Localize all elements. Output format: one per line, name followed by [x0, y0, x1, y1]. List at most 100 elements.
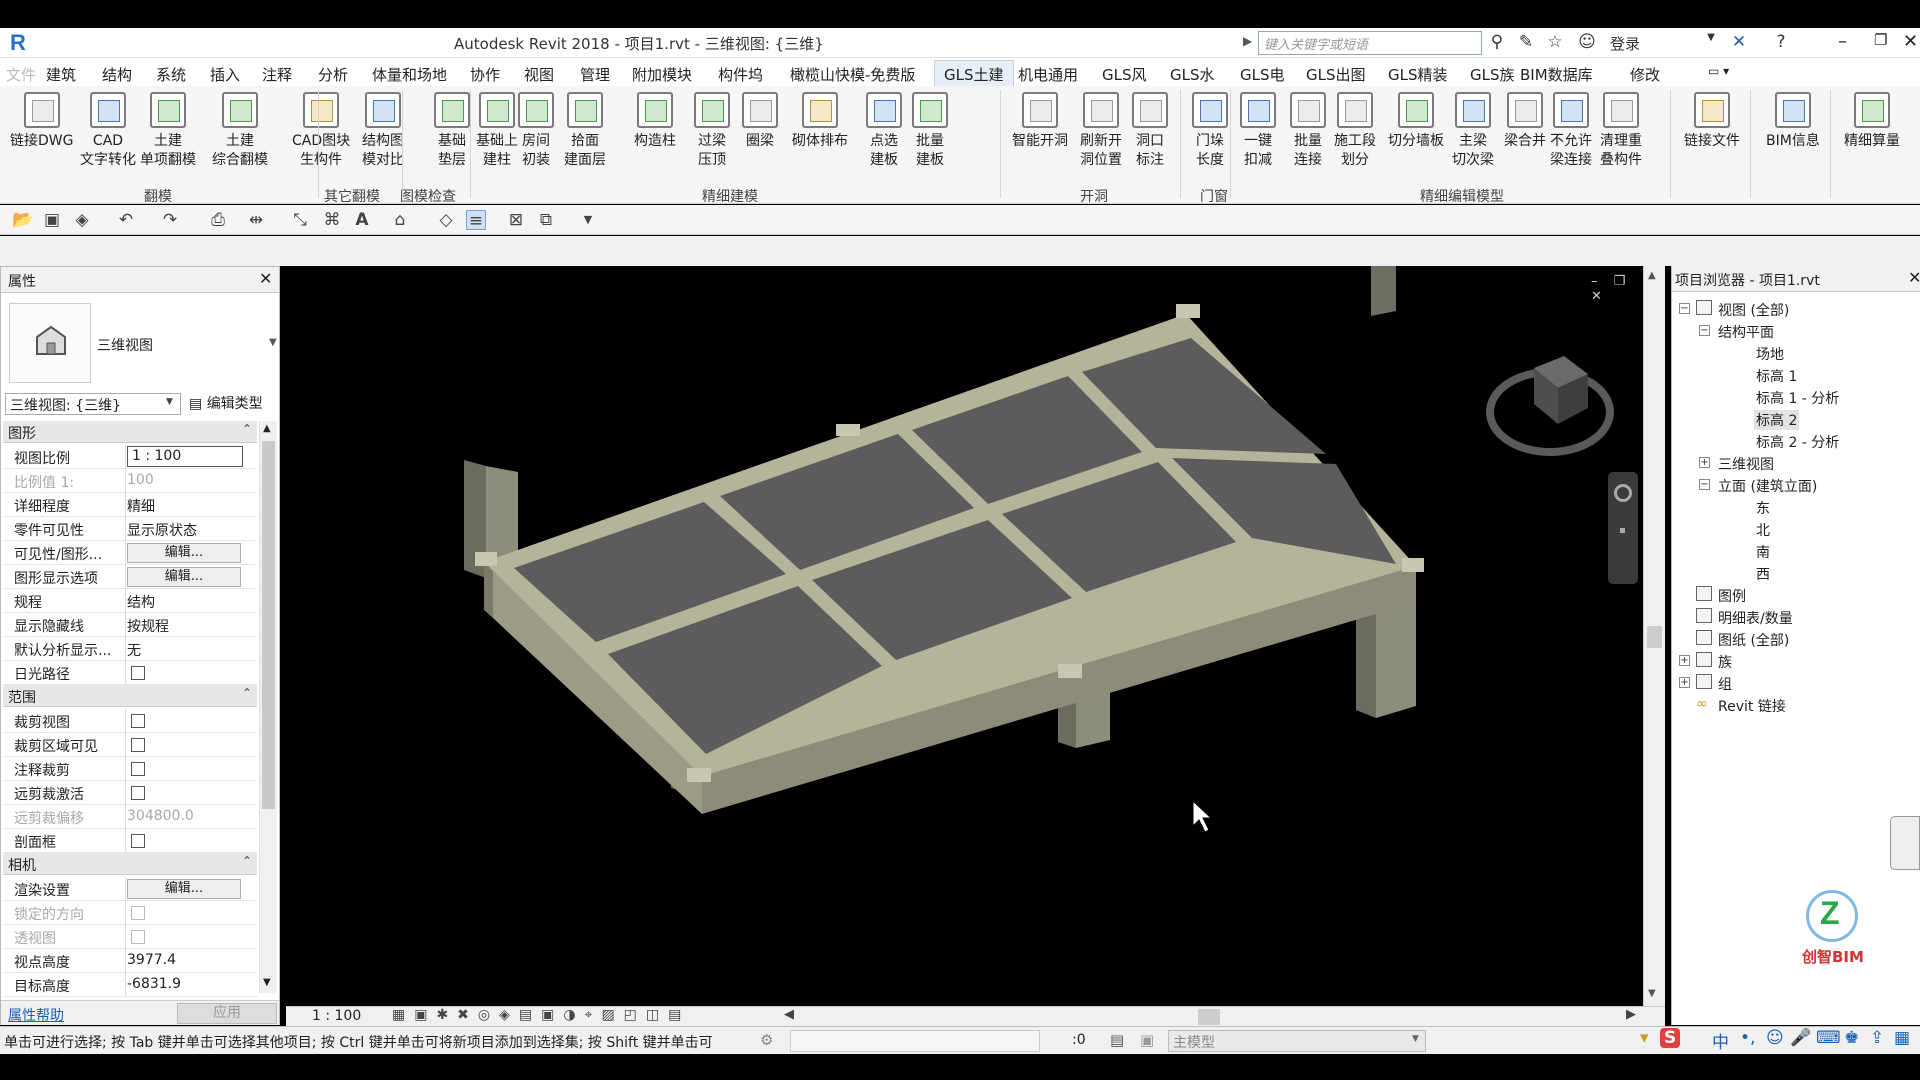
expand-icon[interactable]: + — [1679, 655, 1690, 666]
scroll-thumb[interactable] — [1198, 1009, 1220, 1025]
view-scale[interactable]: 1 : 100 — [312, 1008, 361, 1024]
ribbon-button-30[interactable]: 精细算量 — [1844, 92, 1900, 151]
tab-17[interactable]: GLS电 — [1240, 64, 1285, 85]
3d-view-icon[interactable]: ⌂ — [390, 210, 410, 230]
view-scale-input[interactable]: 1 : 100 — [127, 446, 243, 467]
close-icon[interactable]: ✕ — [259, 269, 272, 288]
apply-button[interactable]: 应用 — [177, 1003, 277, 1024]
property-checkbox[interactable] — [131, 786, 145, 800]
scroll-up-icon[interactable]: ▲ — [1648, 270, 1656, 281]
viewcube[interactable] — [1484, 350, 1614, 460]
ribbon-button-9[interactable]: 拾面 建面层 — [564, 92, 606, 170]
section-header-graphics[interactable]: 图形 ⌃ — [3, 421, 257, 443]
property-checkbox[interactable] — [131, 762, 145, 776]
ribbon-button-21[interactable]: 批量 连接 — [1290, 92, 1326, 170]
close-hidden-icon[interactable]: ⊠ — [506, 210, 526, 230]
search-input[interactable]: 键入关键字或短语 — [1258, 31, 1482, 55]
ribbon-button-4[interactable]: CAD图块 生构件 — [292, 92, 350, 170]
3d-viewport[interactable]: – ❐ ✕ — [286, 266, 1641, 1006]
worksets-icon[interactable]: ⚙ — [760, 1031, 773, 1049]
customize-qat-icon[interactable]: ▼ — [578, 210, 598, 230]
collapse-icon[interactable]: ⌃ — [242, 854, 252, 868]
microphone-icon[interactable]: 🎤 — [1790, 1028, 1811, 1048]
ribbon-button-25[interactable]: 梁合并 — [1504, 92, 1546, 151]
binoculars-icon[interactable]: ⚲ — [1486, 32, 1508, 54]
collapse-icon[interactable]: ⌃ — [242, 422, 252, 436]
ribbon-button-8[interactable]: 房间 初装 — [518, 92, 554, 170]
property-value[interactable]: 按规程 — [127, 616, 169, 636]
tab-7[interactable]: 协作 — [470, 64, 500, 85]
undo-icon[interactable]: ↶ — [116, 210, 136, 230]
ribbon-button-14[interactable]: 点选 建板 — [866, 92, 902, 170]
chevron-down-icon[interactable]: ▼ — [1412, 1034, 1419, 1044]
scroll-down-icon[interactable]: ▼ — [263, 977, 271, 988]
toolbox-icon[interactable]: ▦ — [1894, 1028, 1910, 1048]
ribbon-button-12[interactable]: 圈梁 — [742, 92, 778, 151]
tree-legends[interactable]: 图例 — [1718, 586, 1746, 606]
scroll-left-icon[interactable]: ◀ — [784, 1007, 794, 1022]
editable-only-icon[interactable]: ▣ — [1140, 1031, 1154, 1049]
redo-icon[interactable]: ↷ — [160, 210, 180, 230]
help-icon[interactable]: ? — [1770, 32, 1792, 54]
save-icon[interactable]: ▣ — [42, 210, 62, 230]
property-value[interactable]: 精细 — [127, 496, 155, 516]
chinese-ime-icon[interactable]: 中 — [1712, 1028, 1729, 1053]
tab-1[interactable]: 结构 — [102, 64, 132, 85]
star-icon[interactable]: ☆ — [1544, 32, 1566, 54]
edit-type-button[interactable]: ▤ 编辑类型 — [189, 393, 263, 413]
tab-13[interactable]: GLS土建 — [934, 60, 1014, 88]
tree-groups[interactable]: 组 — [1718, 674, 1732, 694]
ribbon-options-icon[interactable]: ▭ ▾ — [1708, 64, 1729, 78]
collapse-icon[interactable]: − — [1699, 325, 1710, 336]
chevron-down-icon[interactable]: ▼ — [269, 337, 277, 348]
viewport-window-controls[interactable]: – ❐ ✕ — [1591, 274, 1641, 304]
tree-3d-views[interactable]: 三维视图 — [1718, 454, 1774, 474]
navigation-bar[interactable] — [1608, 472, 1638, 584]
property-value[interactable]: 3977.4 — [127, 952, 176, 968]
section-header-extents[interactable]: 范围 ⌃ — [3, 685, 257, 707]
ribbon-button-27[interactable]: 清理重 叠构件 — [1600, 92, 1642, 170]
scroll-thumb[interactable] — [262, 441, 275, 809]
expand-icon[interactable]: + — [1699, 457, 1710, 468]
ribbon-button-28[interactable]: 链接文件 — [1684, 92, 1740, 151]
properties-help-link[interactable]: 属性帮助 — [8, 1005, 64, 1025]
ribbon-button-10[interactable]: 构造柱 — [634, 92, 676, 151]
property-edit-button[interactable]: 编辑... — [127, 879, 241, 899]
ribbon-button-0[interactable]: 链接DWG — [10, 92, 73, 151]
scroll-right-icon[interactable]: ▶ — [1626, 1007, 1636, 1022]
print-icon[interactable]: ⎙ — [208, 210, 228, 230]
tree-south[interactable]: 南 — [1756, 542, 1770, 562]
tree-level-2-analysis[interactable]: 标高 2 - 分析 — [1756, 432, 1839, 452]
switch-windows-icon[interactable]: ⧉ — [536, 210, 556, 230]
close-icon[interactable]: ✕ — [1908, 268, 1920, 287]
measure-icon[interactable]: ⇹ — [246, 210, 266, 230]
tree-views[interactable]: 视图 (全部) — [1718, 300, 1789, 320]
steering-wheel-icon[interactable] — [1614, 484, 1632, 502]
tag-icon[interactable]: ⌘ — [322, 210, 342, 230]
ribbon-button-22[interactable]: 施工段 划分 — [1334, 92, 1376, 170]
tab-15[interactable]: GLS风 — [1102, 64, 1147, 85]
text-icon[interactable]: A — [352, 210, 372, 230]
property-checkbox[interactable] — [131, 738, 145, 752]
tab-0[interactable]: 建筑 — [46, 64, 76, 85]
ribbon-button-24[interactable]: 主梁 切次梁 — [1452, 92, 1494, 170]
property-edit-button[interactable]: 编辑... — [127, 567, 241, 587]
punctuation-icon[interactable]: •, — [1740, 1028, 1755, 1048]
tab-6[interactable]: 体量和场地 — [372, 64, 447, 85]
close-icon[interactable]: ✕ — [1903, 31, 1918, 52]
scroll-down-icon[interactable]: ▼ — [1648, 988, 1656, 999]
tab-22[interactable]: 修改 — [1630, 64, 1660, 85]
upload-icon[interactable]: ⇪ — [1870, 1028, 1884, 1048]
scroll-thumb[interactable] — [1647, 626, 1662, 648]
property-checkbox[interactable] — [131, 834, 145, 848]
login-link[interactable]: 登录 — [1610, 33, 1640, 54]
ribbon-button-11[interactable]: 过梁 压顶 — [694, 92, 730, 170]
tree-level-2[interactable]: 标高 2 — [1754, 410, 1800, 430]
ribbon-button-2[interactable]: 土建 单项翻模 — [140, 92, 196, 170]
tab-19[interactable]: GLS精装 — [1388, 64, 1448, 85]
property-value[interactable]: -6831.9 — [127, 976, 181, 992]
property-checkbox[interactable] — [131, 666, 145, 680]
tree-north[interactable]: 北 — [1756, 520, 1770, 540]
ribbon-button-18[interactable]: 洞口 标注 — [1132, 92, 1168, 170]
tree-site[interactable]: 场地 — [1756, 344, 1784, 364]
